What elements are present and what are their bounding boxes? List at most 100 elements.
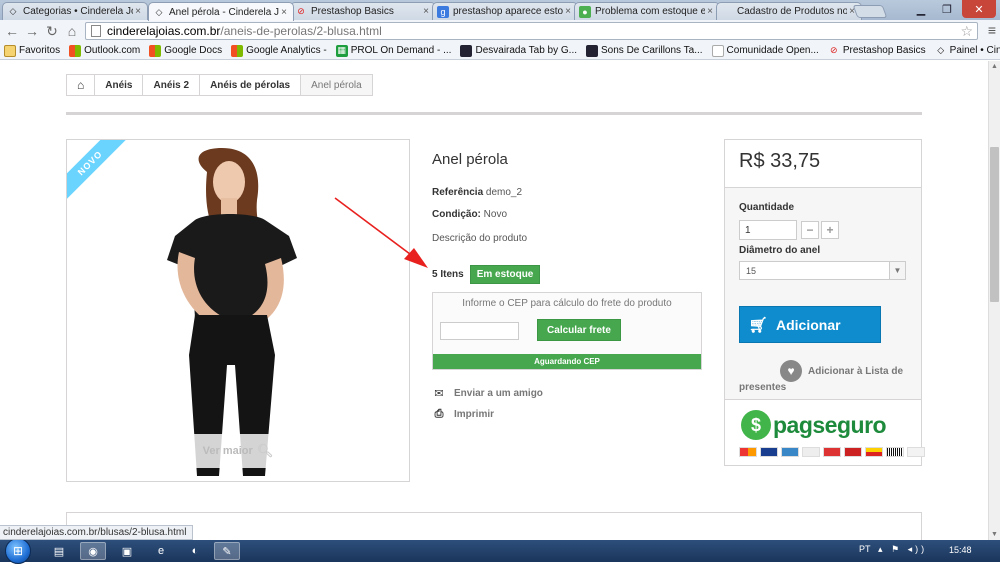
home-icon[interactable]: ⌂ xyxy=(62,21,82,41)
diamond-icon: ◇ xyxy=(9,6,17,16)
diameter-select[interactable]: 15 ▼ xyxy=(739,261,906,280)
firefox-icon[interactable]: ◐ xyxy=(182,542,208,560)
ie-icon[interactable]: e xyxy=(148,542,174,560)
quantity-label: Quantidade xyxy=(739,202,795,213)
reload-icon[interactable]: ↻ xyxy=(42,21,62,41)
zoom-button[interactable]: Ver maior 🔍︎ xyxy=(187,434,289,468)
tray-icons[interactable]: ▴ ⚑ ◂)) xyxy=(878,544,927,555)
home-icon[interactable]: ⌂ xyxy=(67,75,96,95)
page-icon xyxy=(711,44,724,57)
heart-icon[interactable]: ♥ xyxy=(780,360,802,382)
cep-input[interactable] xyxy=(440,322,519,340)
bookmark-label: Prestashop Basics xyxy=(842,45,926,56)
url-path: /aneis-de-perolas/2-blusa.html xyxy=(220,24,382,38)
print-link[interactable]: ⎙ Imprimir xyxy=(432,408,494,421)
pagseguro-icon: $ xyxy=(741,410,771,440)
magnifier-icon: 🔍︎ xyxy=(256,443,274,458)
breadcrumb-item[interactable]: Anéis xyxy=(95,75,144,95)
bookmark-label: Sons De Carillons Ta... xyxy=(601,45,703,56)
price-area: R$ 33,75 xyxy=(725,140,921,188)
new-tab-button[interactable] xyxy=(852,5,888,18)
wishlist-link[interactable]: Adicionar à Lista de presentes xyxy=(739,364,914,396)
back-icon[interactable]: ← xyxy=(2,21,22,41)
quantity-input[interactable]: 1 xyxy=(739,220,797,240)
scroll-down-icon[interactable]: ▼ xyxy=(991,531,998,538)
tab-problema-estoque[interactable]: ● Problema com estoque e × xyxy=(574,2,720,20)
bookmark-favoritos[interactable]: Favoritos xyxy=(4,44,60,57)
visa-icon xyxy=(760,447,778,457)
zoom-label: Ver maior xyxy=(202,445,253,457)
print-label: Imprimir xyxy=(454,409,495,420)
product-price: R$ 33,75 xyxy=(739,150,821,172)
bookmark-google-docs[interactable]: Google Docs xyxy=(149,44,222,57)
prestashop-icon: ⊘ xyxy=(297,6,305,16)
product-image-panel[interactable]: NOVO Ver maior 🔍︎ xyxy=(66,139,410,482)
quantity-decrease-button[interactable]: − xyxy=(801,221,819,239)
vertical-scrollbar[interactable]: ▲ ▼ xyxy=(988,61,1000,540)
stock-quantity: 5 Itens xyxy=(432,269,464,280)
add-to-cart-button[interactable]: 🛒︎ Adicionar xyxy=(739,306,881,343)
tab-prestashop-basics[interactable]: ⊘ Prestashop Basics × xyxy=(290,2,436,20)
calculate-shipping-button[interactable]: Calcular frete xyxy=(537,319,621,341)
url-host: cinderelajoias.com.br xyxy=(107,24,221,38)
close-icon[interactable]: × xyxy=(133,6,143,17)
app-icon[interactable]: ▣ xyxy=(114,542,140,560)
minimize-icon[interactable]: ▁ xyxy=(910,0,932,18)
prestashop-icon: ⊘ xyxy=(830,45,838,55)
tab-anel-perola[interactable]: ◇ Anel pérola - Cinderela Jo × xyxy=(148,2,294,21)
address-bar[interactable]: cinderelajoias.com.br /aneis-de-perolas/… xyxy=(85,22,978,40)
bookmark-prol[interactable]: ▦ PROL On Demand - ... xyxy=(335,44,451,57)
reference-line: Referência demo_2 xyxy=(432,187,522,198)
start-button[interactable]: ⊞ xyxy=(5,538,31,564)
reference-value: demo_2 xyxy=(485,187,523,198)
breadcrumb: ⌂ Anéis Anéis 2 Anéis de pérolas Anel pé… xyxy=(66,74,373,96)
bookmark-sons[interactable]: Sons De Carillons Ta... xyxy=(586,44,703,57)
bookmark-label: Outlook.com xyxy=(84,45,141,56)
close-window-icon[interactable]: ✕ xyxy=(962,0,996,18)
tab-categorias[interactable]: ◇ Categorias • Cinderela Joi × xyxy=(2,2,148,20)
amex-icon xyxy=(781,447,799,457)
bookmark-comunidade[interactable]: Comunidade Open... xyxy=(711,44,819,57)
language-indicator[interactable]: PT xyxy=(859,544,871,554)
tab-title: Categorias • Cinderela Joi xyxy=(23,6,133,17)
close-icon[interactable]: × xyxy=(279,7,289,18)
tab-title: Cadastro de Produtos no xyxy=(737,6,847,17)
breadcrumb-item[interactable]: Anéis de pérolas xyxy=(200,75,302,95)
page-viewport: ⌂ Anéis Anéis 2 Anéis de pérolas Anel pé… xyxy=(0,61,988,540)
close-icon[interactable]: × xyxy=(563,6,573,17)
bookmark-desvairada[interactable]: Desvairada Tab by G... xyxy=(460,44,578,57)
bookmark-google-analytics[interactable]: Google Analytics - xyxy=(231,44,327,57)
header-divider xyxy=(66,112,922,115)
close-icon[interactable]: × xyxy=(705,6,715,17)
tab-title: prestashop aparece estoq xyxy=(453,6,563,17)
restore-icon[interactable]: ❐ xyxy=(936,0,958,18)
quantity-increase-button[interactable]: + xyxy=(821,221,839,239)
star-icon[interactable]: ☆ xyxy=(960,23,973,40)
chevron-down-icon: ▼ xyxy=(889,262,905,279)
send-to-friend-link[interactable]: ✉ Enviar a um amigo xyxy=(432,387,543,400)
aura-icon xyxy=(844,447,862,457)
product-title: Anel pérola xyxy=(432,151,508,168)
product-description: Descrição do produto xyxy=(432,233,528,244)
tab-google-search[interactable]: g prestashop aparece estoq × xyxy=(432,2,578,20)
hipercard-icon xyxy=(823,447,841,457)
editor-icon[interactable]: ✎ xyxy=(214,542,240,560)
scroll-thumb[interactable] xyxy=(990,147,999,302)
bookmark-label: Comunidade Open... xyxy=(726,45,819,56)
bank-icon xyxy=(865,447,883,457)
forward-icon[interactable]: → xyxy=(22,21,42,41)
bookmark-label: Desvairada Tab by G... xyxy=(475,45,578,56)
breadcrumb-item[interactable]: Anéis 2 xyxy=(143,75,201,95)
close-icon[interactable]: × xyxy=(421,6,431,17)
bookmark-outlook[interactable]: Outlook.com xyxy=(69,44,141,57)
tab-cadastro-produtos[interactable]: Cadastro de Produtos no × xyxy=(716,2,862,20)
bookmark-painel[interactable]: ◇ Painel • Cinderela Jo... xyxy=(935,45,1000,57)
clock[interactable]: 15:48 xyxy=(949,545,972,555)
diameter-value: 15 xyxy=(746,265,757,276)
printer-icon: ⎙ xyxy=(434,408,444,420)
chrome-icon[interactable]: ◉ xyxy=(80,542,106,560)
explorer-icon[interactable]: ▤ xyxy=(46,542,72,560)
menu-icon[interactable]: ≡ xyxy=(988,22,996,38)
scroll-up-icon[interactable]: ▲ xyxy=(991,63,998,70)
bookmark-prestashop[interactable]: ⊘ Prestashop Basics xyxy=(828,45,926,57)
